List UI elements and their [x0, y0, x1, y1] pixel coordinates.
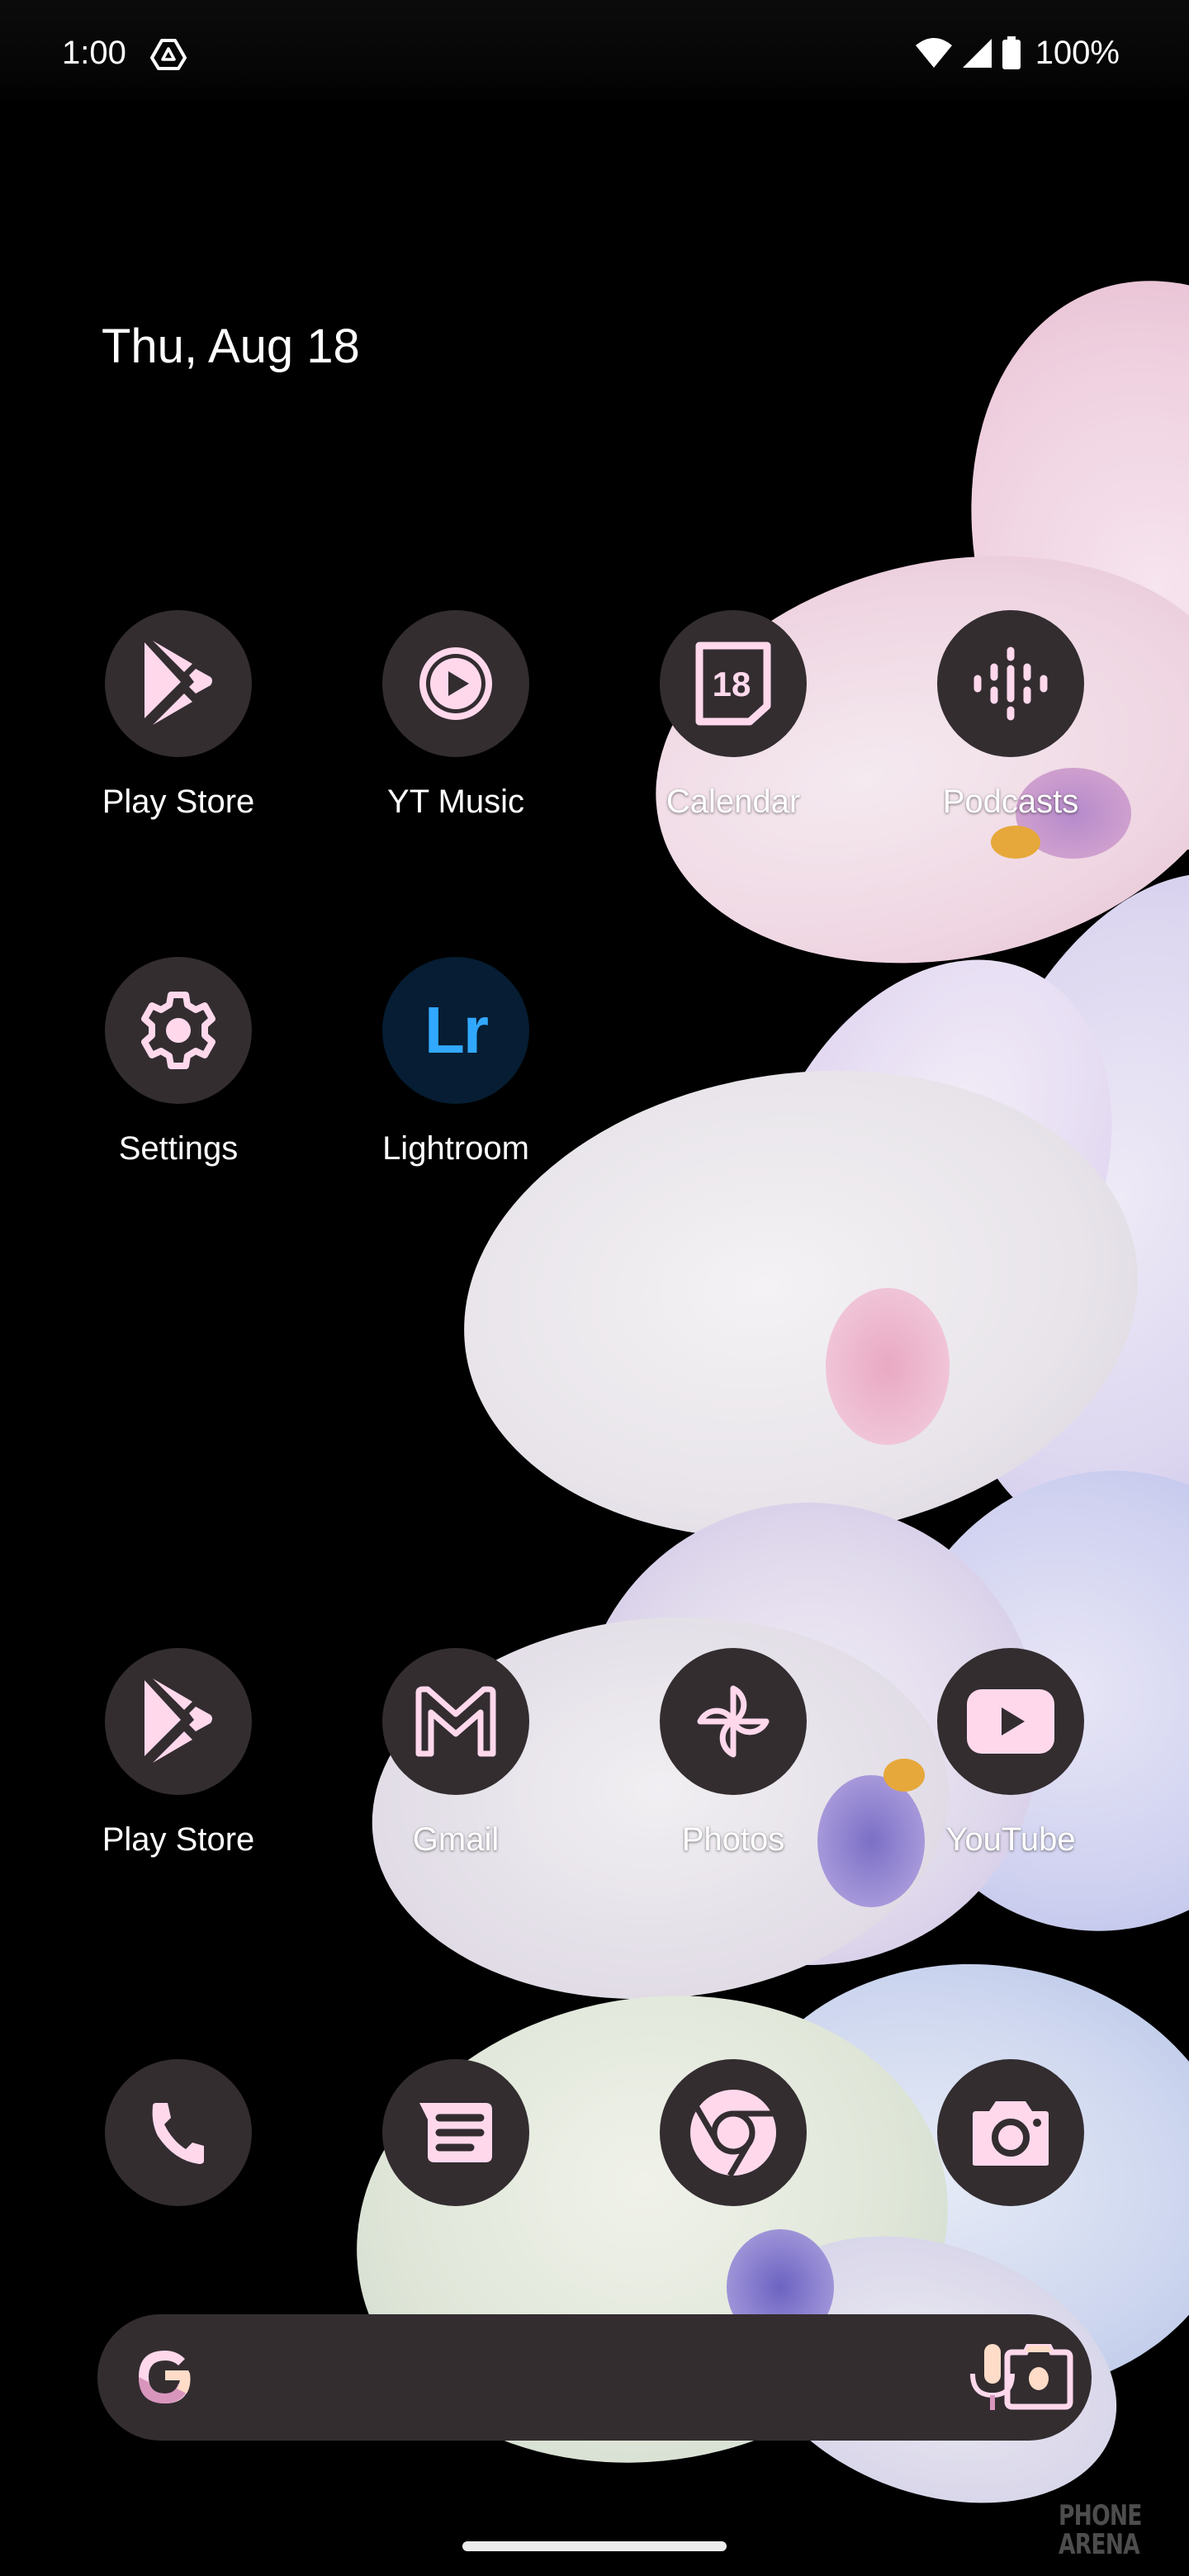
- wifi-icon: [915, 38, 952, 68]
- watermark-line: PHONE: [1059, 2499, 1142, 2532]
- cell-signal-icon: [962, 39, 992, 68]
- status-icons: 100%: [915, 33, 1120, 73]
- messages-icon: [419, 2103, 492, 2162]
- battery-full-icon: [1002, 36, 1021, 69]
- play-store-icon: [144, 1679, 212, 1763]
- google-lens-button[interactable]: [979, 2314, 1092, 2441]
- app-lightroom[interactable]: Lr Lightroom: [332, 957, 580, 1196]
- lightroom-icon: Lr: [424, 993, 489, 1067]
- app-label: Settings: [118, 1130, 239, 1167]
- gmail-icon: [415, 1686, 496, 1757]
- app-icon-bg: [105, 610, 252, 757]
- app-icon-bg: [660, 1648, 807, 1795]
- app-icon-bg: [105, 957, 252, 1104]
- google-search-bar[interactable]: [97, 2314, 1092, 2441]
- app-podcasts[interactable]: Podcasts: [887, 610, 1135, 850]
- app-label: Play Store: [102, 784, 255, 820]
- watermark-line: ARENA: [1059, 2528, 1140, 2561]
- settings-gear-icon: [141, 992, 216, 1069]
- chrome-icon: [690, 2090, 776, 2177]
- calendar-icon: 18: [695, 642, 771, 726]
- app-play-store-2[interactable]: Play Store: [54, 1648, 302, 1887]
- wallpaper-orchid-lip: [826, 1288, 950, 1445]
- app-label: Lightroom: [382, 1130, 529, 1167]
- app-photos[interactable]: Photos: [609, 1648, 857, 1887]
- drive-triangle-icon: [150, 39, 187, 70]
- youtube-icon: [967, 1689, 1054, 1754]
- app-icon-bg: [937, 1648, 1084, 1795]
- yt-music-icon: [419, 647, 492, 720]
- app-icon-bg: [937, 2059, 1084, 2206]
- dock-messages[interactable]: [332, 2059, 580, 2299]
- app-calendar[interactable]: 18 Calendar: [609, 610, 857, 850]
- date-widget[interactable]: Thu, Aug 18: [102, 318, 360, 376]
- status-time: 1:00: [62, 35, 126, 71]
- phonearena-watermark: PHONE ARENA: [1059, 2502, 1152, 2559]
- dock-phone[interactable]: [54, 2059, 302, 2299]
- google-lens-icon: [1004, 2344, 1073, 2410]
- photos-pinwheel-icon: [697, 1685, 770, 1758]
- app-yt-music[interactable]: YT Music: [332, 610, 580, 850]
- app-label: Play Store: [102, 1821, 255, 1858]
- app-icon-bg: [382, 2059, 529, 2206]
- app-icon-bg: [105, 1648, 252, 1795]
- app-icon-bg: [937, 610, 1084, 757]
- status-bar[interactable]: 1:00 100%: [0, 0, 1189, 107]
- dock-camera[interactable]: [887, 2059, 1135, 2299]
- voice-search-button[interactable]: [857, 2314, 1015, 2441]
- app-icon-bg: [382, 610, 529, 757]
- battery-percentage: 100%: [1035, 35, 1120, 71]
- app-icon-bg: [660, 2059, 807, 2206]
- podcasts-icon: [973, 646, 1048, 721]
- app-youtube[interactable]: YouTube: [887, 1648, 1135, 1887]
- app-gmail[interactable]: Gmail: [332, 1648, 580, 1887]
- google-g-icon: [139, 2351, 191, 2403]
- app-icon-bg: [382, 1648, 529, 1795]
- app-settings[interactable]: Settings: [54, 957, 302, 1196]
- app-label: YouTube: [945, 1821, 1076, 1858]
- svg-text:18: 18: [713, 665, 751, 703]
- app-label: Calendar: [666, 784, 801, 820]
- dock-chrome[interactable]: [609, 2059, 857, 2299]
- app-label: YT Music: [387, 784, 524, 820]
- app-label: Photos: [681, 1821, 785, 1858]
- camera-icon: [973, 2101, 1049, 2166]
- app-label: Podcasts: [942, 784, 1079, 820]
- app-icon-bg: [105, 2059, 252, 2206]
- gesture-nav-handle[interactable]: [462, 2541, 727, 2551]
- play-store-icon: [144, 641, 212, 725]
- app-icon-bg: Lr: [382, 957, 529, 1104]
- phone-icon: [152, 2103, 204, 2164]
- app-play-store[interactable]: Play Store: [54, 610, 302, 850]
- app-label: Gmail: [412, 1821, 500, 1858]
- app-icon-bg: 18: [660, 610, 807, 757]
